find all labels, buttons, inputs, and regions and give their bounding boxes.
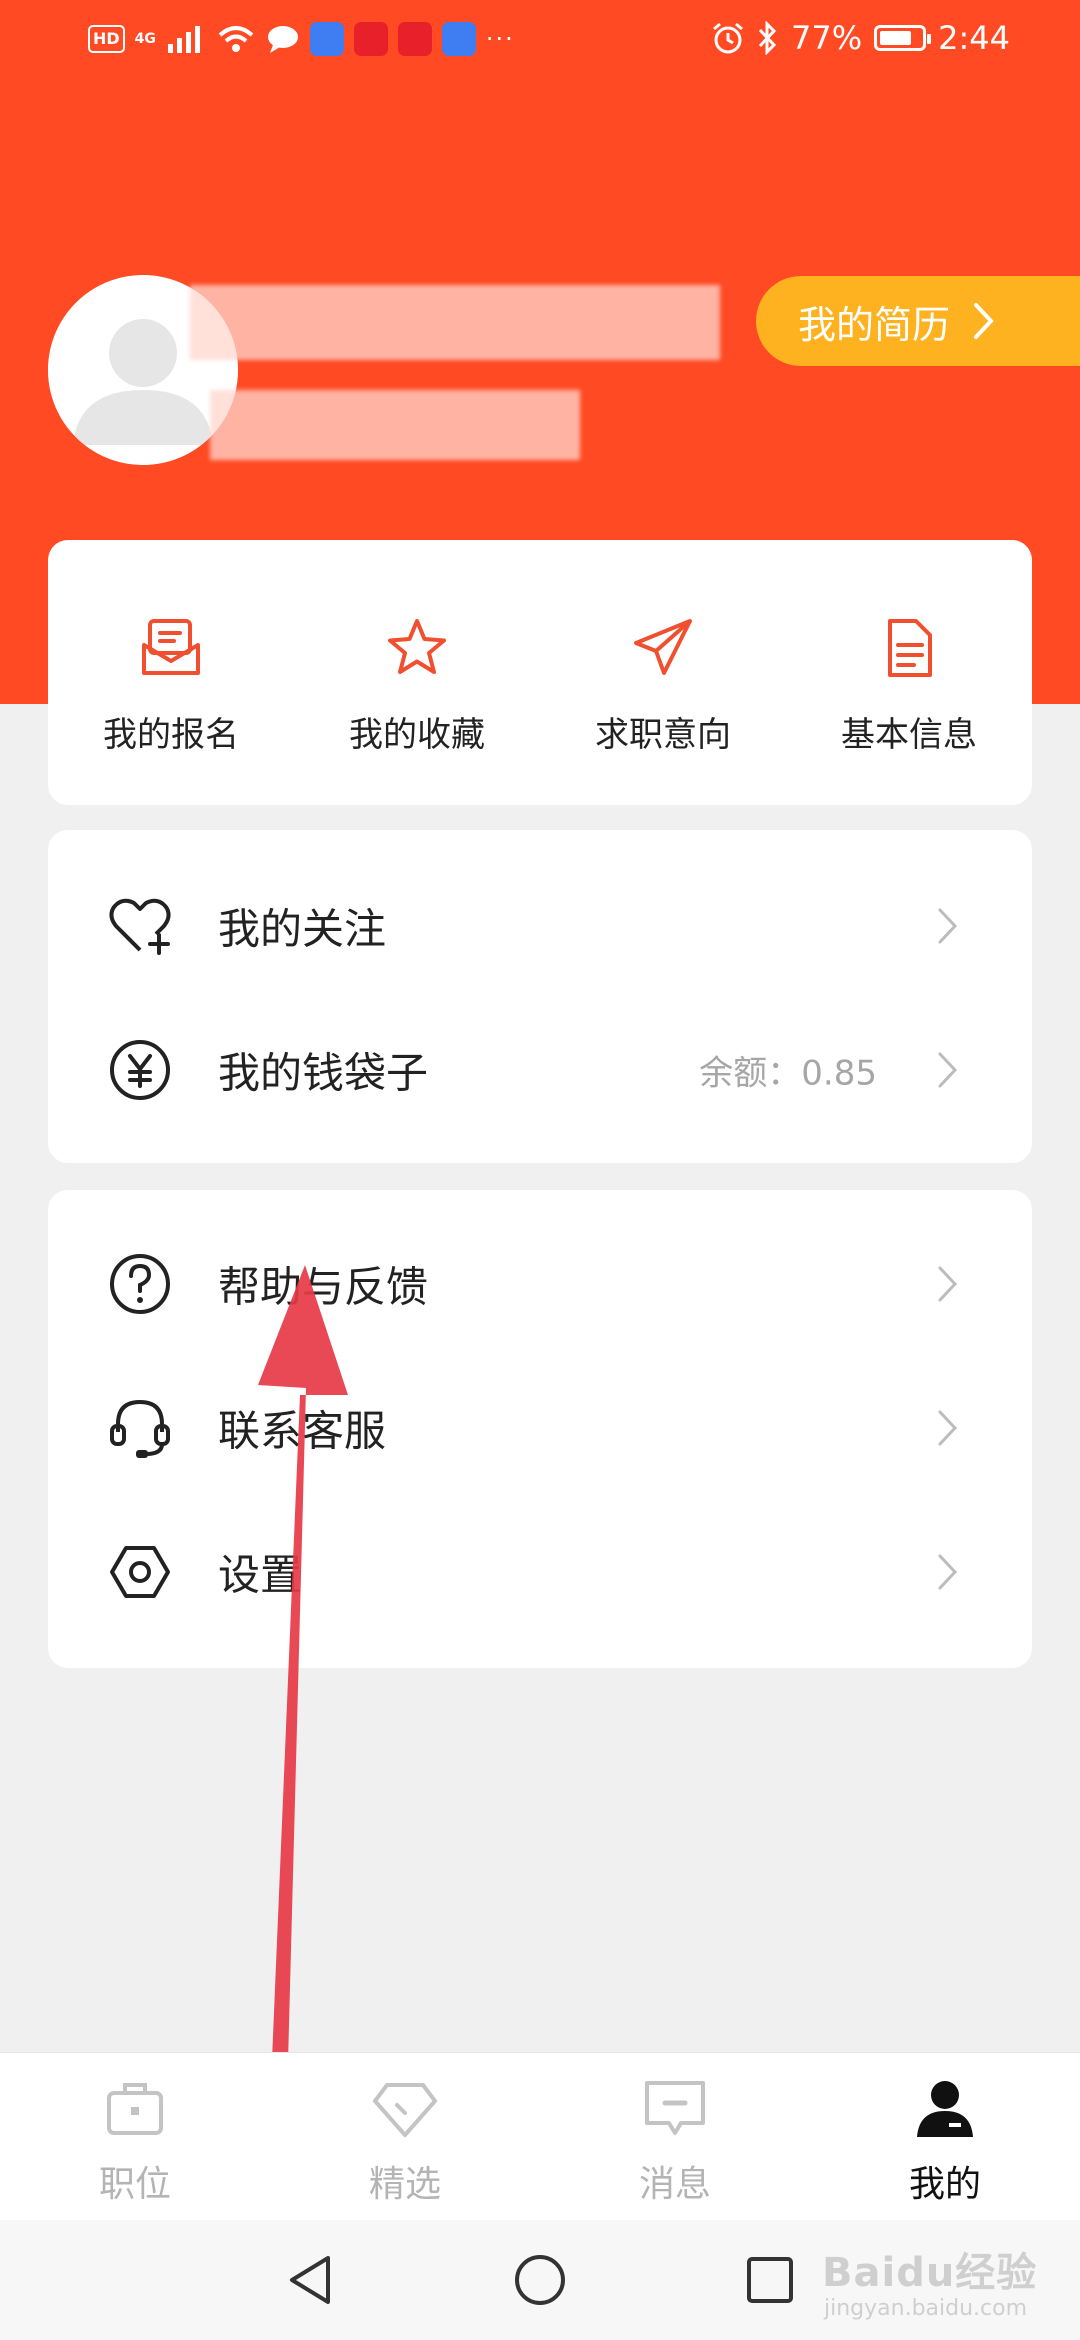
quick-item-favorites[interactable]: 我的收藏 bbox=[294, 615, 540, 756]
message-icon bbox=[645, 2081, 705, 2135]
nav-tab-me[interactable]: 我的 bbox=[810, 2075, 1080, 2207]
list-item-label: 设置 bbox=[218, 1550, 303, 1600]
heart-plus-icon bbox=[109, 898, 171, 955]
wifi-icon bbox=[218, 26, 254, 52]
nav-tab-label: 我的 bbox=[908, 2164, 981, 2205]
clock: 2:44 bbox=[938, 19, 1010, 57]
question-icon bbox=[110, 1254, 170, 1314]
nav-tab-label: 消息 bbox=[638, 2164, 711, 2205]
quick-item-signup[interactable]: 我的报名 bbox=[48, 615, 294, 756]
list-item-help-feedback[interactable]: 帮助与反馈 bbox=[48, 1212, 1032, 1356]
chevron-right-icon bbox=[938, 908, 958, 944]
app-notification-icon bbox=[397, 22, 432, 56]
settings-hexagon-icon bbox=[110, 1546, 170, 1598]
app-notification-icon bbox=[353, 22, 388, 56]
recents-icon[interactable] bbox=[740, 2250, 800, 2310]
more-notifications-icon: ··· bbox=[485, 25, 515, 53]
watermark-text: Baidu经验 bbox=[822, 2250, 1038, 2296]
list-item-label: 帮助与反馈 bbox=[218, 1262, 429, 1312]
briefcase-icon bbox=[107, 2083, 163, 2135]
yen-coin-icon bbox=[110, 1040, 170, 1100]
nav-tab-messages[interactable]: 消息 bbox=[540, 2075, 810, 2207]
chevron-right-icon bbox=[938, 1554, 958, 1590]
quick-actions-card: 我的报名 我的收藏 求职意向 基本信息 bbox=[48, 540, 1032, 805]
nav-tab-jobs[interactable]: 职位 bbox=[0, 2075, 270, 2207]
app-notification-icon bbox=[441, 22, 476, 56]
username-redacted bbox=[190, 285, 720, 360]
quick-item-label: 求职意向 bbox=[595, 715, 731, 755]
wallet-balance: 余额：0.85 bbox=[699, 1053, 877, 1094]
diamond-icon bbox=[373, 2083, 437, 2137]
chevron-right-icon bbox=[938, 1266, 958, 1302]
account-list-card: 我的关注 我的钱袋子 余额：0.85 bbox=[48, 830, 1032, 1163]
quick-item-label: 基本信息 bbox=[841, 715, 977, 755]
app-notification-icon bbox=[309, 22, 344, 56]
quick-item-job-intention[interactable]: 求职意向 bbox=[540, 615, 786, 756]
list-item-label: 我的钱袋子 bbox=[218, 1048, 429, 1098]
list-item-label: 我的关注 bbox=[218, 904, 387, 954]
back-icon[interactable] bbox=[280, 2250, 340, 2310]
paper-plane-icon bbox=[634, 619, 692, 675]
list-item-label: 联系客服 bbox=[218, 1406, 387, 1456]
battery-icon bbox=[874, 25, 932, 51]
chat-bubble-icon bbox=[267, 26, 298, 53]
signup-envelope-icon bbox=[142, 619, 200, 675]
user-icon bbox=[917, 2081, 973, 2137]
nav-tab-featured[interactable]: 精选 bbox=[270, 2075, 540, 2207]
hd-voice-icon: HD bbox=[88, 25, 125, 53]
signal-icon bbox=[167, 26, 200, 53]
list-item-settings[interactable]: 设置 bbox=[48, 1500, 1032, 1644]
chevron-right-icon bbox=[938, 1052, 958, 1088]
my-resume-button[interactable]: 我的简历 bbox=[756, 276, 1080, 366]
list-item-wallet[interactable]: 我的钱袋子 余额：0.85 bbox=[48, 998, 1032, 1142]
document-icon bbox=[888, 619, 932, 677]
chevron-right-icon bbox=[974, 303, 994, 339]
bluetooth-icon bbox=[758, 21, 777, 55]
headset-icon bbox=[110, 1399, 170, 1458]
battery-percent: 77% bbox=[791, 19, 863, 57]
quick-item-basic-info[interactable]: 基本信息 bbox=[786, 615, 1032, 756]
watermark-sub: jingyan.baidu.com bbox=[824, 2296, 1028, 2321]
star-icon bbox=[388, 619, 446, 674]
home-icon[interactable] bbox=[510, 2250, 570, 2310]
list-item-customer-service[interactable]: 联系客服 bbox=[48, 1356, 1032, 1500]
baidu-watermark: Baidu经验 jingyan.baidu.com bbox=[822, 2240, 1060, 2325]
list-item-following[interactable]: 我的关注 bbox=[48, 854, 1032, 998]
nav-tab-label: 精选 bbox=[368, 2164, 441, 2205]
quick-item-label: 我的收藏 bbox=[349, 715, 485, 755]
support-list-card: 帮助与反馈 联系客服 设置 bbox=[48, 1190, 1032, 1668]
chevron-right-icon bbox=[938, 1410, 958, 1446]
network-type: 4G bbox=[134, 31, 156, 47]
quick-item-label: 我的报名 bbox=[103, 715, 239, 755]
bottom-navigation: 职位 精选 消息 我的 bbox=[0, 2052, 1080, 2221]
alarm-icon bbox=[713, 22, 743, 54]
user-info-redacted bbox=[210, 390, 580, 460]
status-bar: HD 4G ··· 77% 2:44 bbox=[0, 0, 1080, 80]
my-resume-label: 我的简历 bbox=[798, 302, 951, 347]
nav-tab-label: 职位 bbox=[98, 2164, 171, 2205]
